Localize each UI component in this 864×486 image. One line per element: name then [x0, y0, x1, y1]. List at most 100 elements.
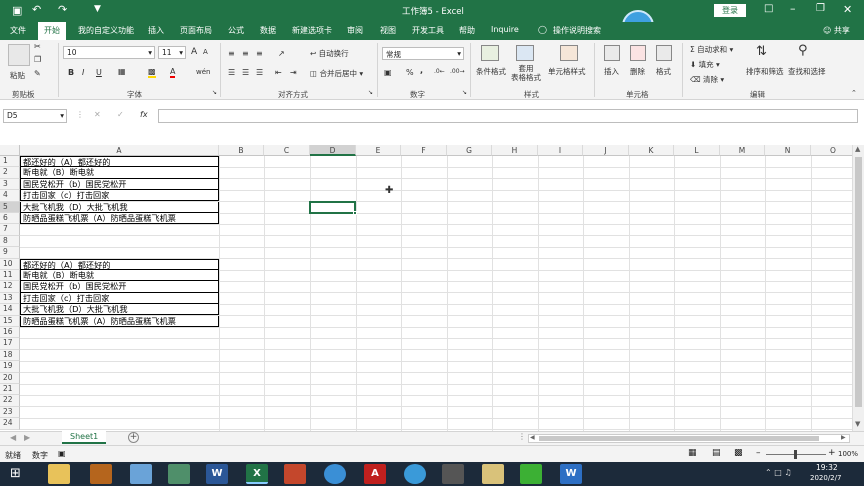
row-header-13[interactable]: 13 [0, 292, 20, 305]
copy-icon[interactable]: ❐ [34, 55, 41, 64]
phonetic-icon[interactable]: wén [196, 68, 210, 76]
fill-color-icon[interactable]: ▩ [148, 67, 156, 78]
format-cells-icon[interactable] [656, 45, 672, 61]
tab-data[interactable]: 数据 [260, 25, 276, 36]
confirm-entry-icon[interactable]: ✓ [117, 110, 124, 119]
format-table-icon[interactable] [516, 45, 534, 61]
column-header-g[interactable]: G [447, 145, 492, 156]
taskbar-word-icon[interactable]: W [206, 464, 228, 484]
underline-button[interactable]: U [96, 68, 102, 77]
row-header-15[interactable]: 15 [0, 315, 20, 327]
save-icon[interactable]: ▣ [12, 4, 22, 17]
row-header-19[interactable]: 19 [0, 361, 20, 373]
tab-file[interactable]: 文件 [10, 25, 26, 36]
column-header-a[interactable]: A [20, 145, 219, 156]
normal-view-icon[interactable]: ▦ [688, 448, 697, 458]
zoom-out-icon[interactable]: – [756, 448, 761, 458]
tab-insert[interactable]: 插入 [148, 25, 164, 36]
tab-inquire[interactable]: Inquire [491, 25, 519, 34]
tell-me-search[interactable]: 操作说明搜索 [553, 25, 601, 36]
fill-button[interactable]: ⬇ 填充 ▾ [690, 59, 720, 70]
conditional-format-icon[interactable] [481, 45, 499, 61]
name-box[interactable]: D5 ▾ [3, 109, 67, 123]
row-header-5[interactable]: 5 [0, 201, 20, 213]
autosum-button[interactable]: Σ 自动求和 ▾ [690, 44, 733, 55]
taskbar-acrobat-icon[interactable]: A [364, 464, 386, 484]
worksheet-grid[interactable]: A B C D E F G H I J K L M N O 1 2 3 4 5 … [0, 145, 852, 431]
cell-styles-icon[interactable] [560, 45, 578, 61]
column-header-e[interactable]: E [356, 145, 401, 156]
row-header-20[interactable]: 20 [0, 372, 20, 384]
row-header-11[interactable]: 11 [0, 270, 20, 282]
format-painter-icon[interactable]: ✎ [34, 69, 41, 78]
insert-cells-icon[interactable] [604, 45, 620, 61]
tab-help[interactable]: 帮助 [459, 25, 475, 36]
orientation-icon[interactable]: ↗ [278, 49, 285, 58]
row-header-14[interactable]: 14 [0, 304, 20, 316]
tab-developer[interactable]: 开发工具 [412, 25, 444, 36]
outdent-icon[interactable]: ⇥ [290, 68, 297, 77]
fill-handle[interactable] [353, 211, 357, 215]
column-header-d[interactable]: D [310, 145, 356, 156]
font-launcher-icon[interactable]: ↘ [212, 89, 217, 96]
grow-font-icon[interactable]: A [191, 47, 197, 57]
add-sheet-button[interactable]: + [128, 432, 139, 443]
row-header-7[interactable]: 7 [0, 224, 20, 236]
cell-styles-button[interactable]: 单元格样式 [548, 66, 586, 77]
taskbar-media-icon[interactable] [404, 464, 426, 484]
formula-input[interactable] [158, 109, 858, 123]
border-icon[interactable]: ▦ [118, 67, 126, 76]
wrap-text-button[interactable]: ↩ 自动换行 [310, 48, 349, 59]
cell-a12[interactable]: 国民党松开（b）国民党松开 [20, 281, 219, 293]
scroll-down-icon[interactable]: ▼ [855, 420, 860, 428]
column-header-m[interactable]: M [720, 145, 765, 156]
tab-home[interactable]: 开始 [38, 22, 66, 40]
column-header-b[interactable]: B [219, 145, 264, 156]
insert-function-button[interactable]: fx [140, 110, 148, 119]
align-bottom-icon[interactable]: ≡ [256, 49, 263, 58]
taskbar-excel-icon[interactable]: X [246, 464, 268, 484]
collapse-ribbon-icon[interactable]: ⌃ [851, 89, 857, 97]
shrink-font-icon[interactable]: A [203, 48, 208, 56]
cell-a6[interactable]: 防晒品蛋糕飞机票（A）防晒品蛋糕飞机票 [20, 213, 219, 225]
row-header-9[interactable]: 9 [0, 247, 20, 259]
sheet-tab-sheet1[interactable]: Sheet1 [62, 431, 107, 444]
cell-a15[interactable]: 防晒品蛋糕飞机票（A）防晒品蛋糕飞机票 [20, 315, 219, 327]
align-middle-icon[interactable]: ≡ [242, 49, 249, 58]
page-layout-view-icon[interactable]: ▤ [712, 448, 721, 458]
row-header-3[interactable]: 3 [0, 178, 20, 191]
accounting-icon[interactable]: ▣ [384, 68, 392, 77]
horizontal-scroll-thumb[interactable] [539, 436, 819, 441]
scroll-up-icon[interactable]: ▲ [855, 145, 860, 153]
row-header-2[interactable]: 2 [0, 167, 20, 179]
column-header-n[interactable]: N [765, 145, 811, 156]
sheet-prev-icon[interactable]: ◀ [10, 433, 16, 442]
sort-filter-button[interactable]: 排序和筛选 [746, 66, 784, 77]
zoom-in-icon[interactable]: + [828, 448, 836, 458]
zoom-level[interactable]: 100% [838, 450, 858, 458]
row-header-12[interactable]: 12 [0, 281, 20, 293]
cell-a10[interactable]: 都还好的（A）都还好的 [20, 258, 219, 270]
format-cells-button[interactable]: 格式 [656, 66, 671, 77]
cut-icon[interactable]: ✂ [34, 42, 41, 51]
cell-a1[interactable]: 都还好的（A）都还好的 [20, 156, 219, 168]
column-header-c[interactable]: C [264, 145, 310, 156]
cell-a5[interactable]: 大批飞机我（D）大批飞机我 [20, 201, 219, 213]
sheet-options-icon[interactable]: ⋮ [518, 432, 526, 441]
row-header-23[interactable]: 23 [0, 406, 20, 419]
select-all-corner[interactable] [0, 145, 20, 156]
conditional-format-button[interactable]: 条件格式 [476, 66, 506, 77]
cell-a11[interactable]: 断电就（B）断电就 [20, 270, 219, 282]
column-header-o[interactable]: O [811, 145, 852, 156]
minimize-icon[interactable]: – [790, 2, 796, 15]
number-launcher-icon[interactable]: ↘ [462, 89, 467, 96]
scroll-left-icon[interactable]: ◀ [530, 434, 535, 441]
align-right-icon[interactable]: ☰ [256, 68, 263, 77]
increase-decimal-icon[interactable]: .0← [434, 68, 445, 75]
tab-new[interactable]: 新建选项卡 [292, 25, 332, 36]
align-top-icon[interactable]: ≡ [228, 49, 235, 58]
taskbar-app-icon[interactable] [90, 464, 112, 484]
align-center-icon[interactable]: ☰ [242, 68, 249, 77]
comma-button[interactable]: , [420, 66, 423, 75]
font-color-icon[interactable]: A [170, 67, 176, 78]
